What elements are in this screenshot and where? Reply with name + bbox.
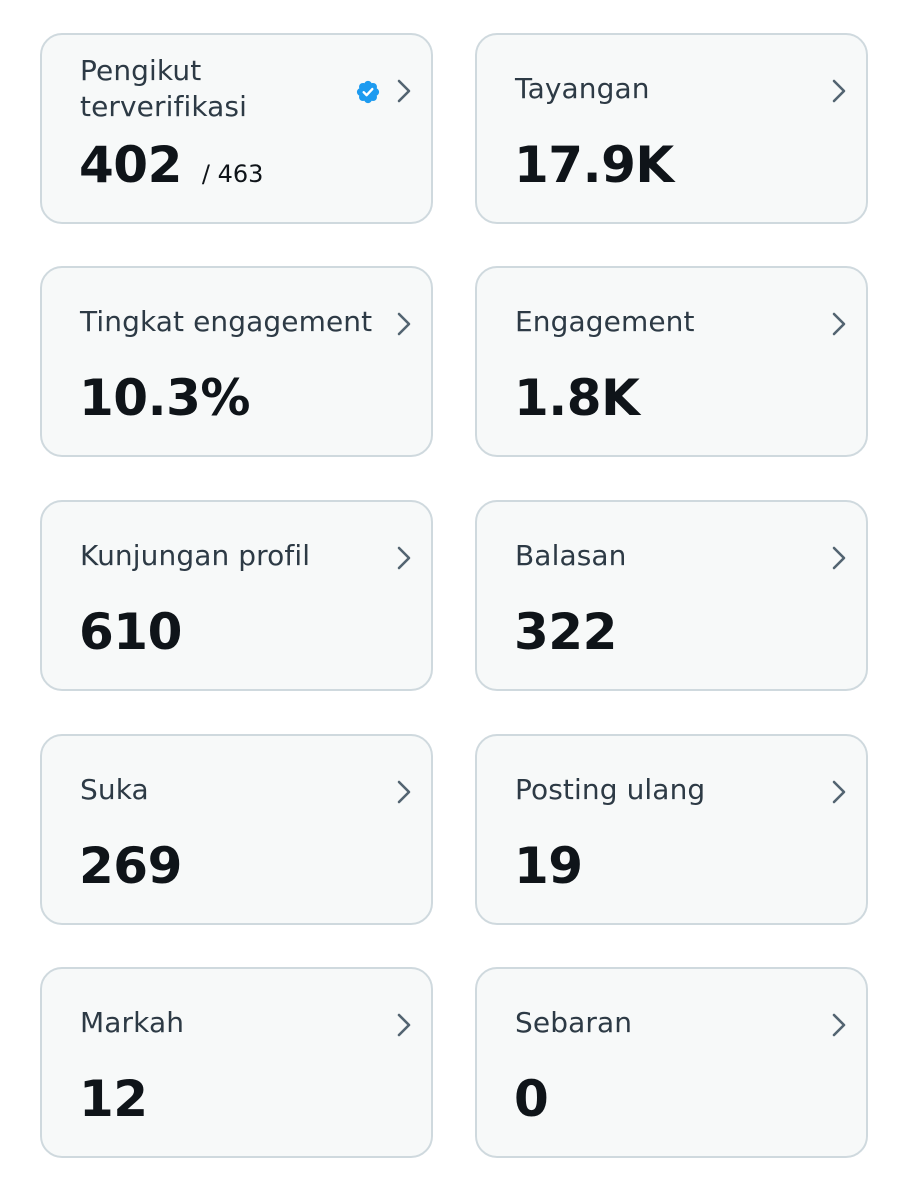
verified-badge-icon xyxy=(356,80,380,104)
card-value: 10.3% xyxy=(79,369,250,427)
chevron-right-icon xyxy=(397,312,411,336)
card-engagements[interactable]: Engagement 1.8K xyxy=(475,266,868,457)
card-label: Markah xyxy=(80,1006,185,1039)
chevron-right-icon xyxy=(832,79,846,103)
card-value: 12 xyxy=(79,1070,148,1128)
card-value: 610 xyxy=(79,603,182,661)
card-likes[interactable]: Suka 269 xyxy=(40,734,433,925)
chevron-right-icon xyxy=(832,780,846,804)
card-value: 17.9K xyxy=(514,136,674,194)
card-value: 269 xyxy=(79,837,182,895)
chevron-right-icon xyxy=(832,312,846,336)
card-label: Posting ulang xyxy=(515,773,706,806)
card-label: Balasan xyxy=(515,539,627,572)
card-label: Suka xyxy=(80,773,149,806)
chevron-right-icon xyxy=(832,1013,846,1037)
card-value: 322 xyxy=(514,603,617,661)
card-bookmarks[interactable]: Markah 12 xyxy=(40,967,433,1158)
card-impressions[interactable]: Tayangan 17.9K xyxy=(475,33,868,224)
card-value: 19 xyxy=(514,837,583,895)
card-profile-visits[interactable]: Kunjungan profil 610 xyxy=(40,500,433,691)
card-engagement-rate[interactable]: Tingkat engagement 10.3% xyxy=(40,266,433,457)
card-value: 1.8K xyxy=(514,369,640,427)
chevron-right-icon xyxy=(397,1013,411,1037)
chevron-right-icon xyxy=(832,546,846,570)
card-label: Pengikut terverifikasi xyxy=(80,54,247,123)
card-shares[interactable]: Sebaran 0 xyxy=(475,967,868,1158)
card-label: Kunjungan profil xyxy=(80,539,311,572)
card-subvalue: / 463 xyxy=(201,160,264,188)
card-value: 0 xyxy=(514,1070,549,1128)
chevron-right-icon xyxy=(397,780,411,804)
card-replies[interactable]: Balasan 322 xyxy=(475,500,868,691)
card-label: Tayangan xyxy=(515,72,650,105)
chevron-right-icon xyxy=(397,546,411,570)
card-reposts[interactable]: Posting ulang 19 xyxy=(475,734,868,925)
card-label: Engagement xyxy=(515,305,695,338)
card-label: Sebaran xyxy=(515,1006,633,1039)
card-value-number: 402 xyxy=(79,136,182,194)
card-verified-followers[interactable]: Pengikut terverifikasi 402 / 463 xyxy=(40,33,433,224)
chevron-right-icon xyxy=(397,79,411,103)
card-value: 402 / 463 xyxy=(79,135,263,204)
card-label: Tingkat engagement xyxy=(80,305,373,338)
